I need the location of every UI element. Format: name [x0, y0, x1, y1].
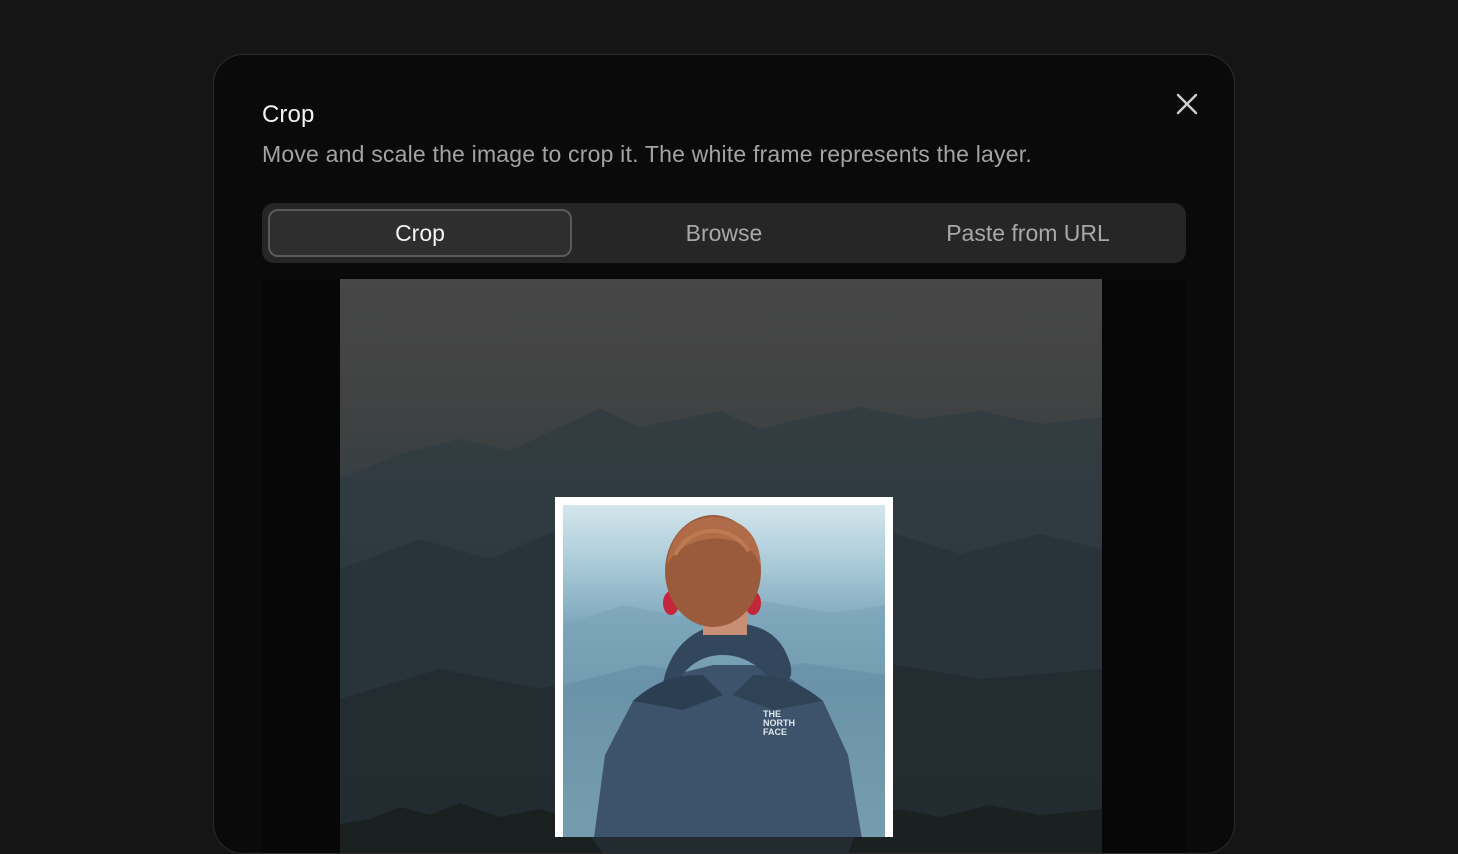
tab-crop[interactable]: Crop — [268, 209, 572, 257]
close-icon — [1176, 93, 1198, 115]
close-button[interactable] — [1172, 89, 1202, 119]
tab-paste-from-url[interactable]: Paste from URL — [876, 209, 1180, 257]
dialog-title: Crop — [262, 101, 315, 128]
crop-dialog: Crop Move and scale the image to crop it… — [213, 54, 1235, 854]
tab-browse[interactable]: Browse — [572, 209, 876, 257]
crop-image-preview[interactable]: THE NORTH FACE — [340, 279, 1102, 853]
dialog-description: Move and scale the image to crop it. The… — [262, 141, 1032, 167]
svg-text:FACE: FACE — [763, 727, 787, 737]
crop-frame[interactable]: THE NORTH FACE — [555, 497, 893, 837]
tab-bar: Crop Browse Paste from URL — [262, 203, 1186, 263]
crop-canvas: THE NORTH FACE — [262, 279, 1186, 853]
person-photo-image: THE NORTH FACE — [563, 515, 885, 837]
